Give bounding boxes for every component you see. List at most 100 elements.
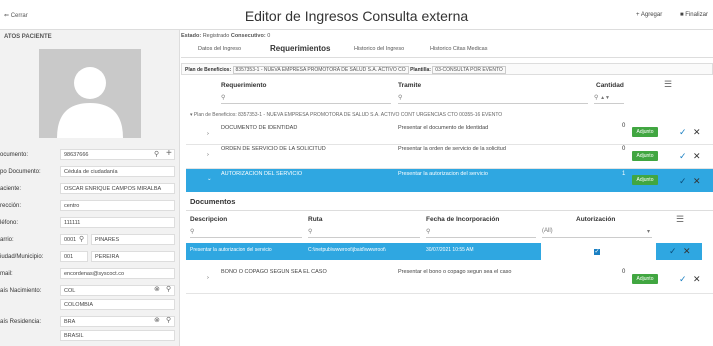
req-tramite: Presentar el bono o copago segun sea el … [398,269,512,275]
chevron-down-icon: ▾ [646,229,650,235]
neighborhood-label: arrio: [0,237,14,243]
search-icon[interactable]: ⚲ [166,285,171,293]
search-icon: ⚲ [190,229,195,235]
city-code-field[interactable]: 001 [60,251,88,262]
check-icon[interactable]: ✓ [679,176,687,187]
column-menu-icon[interactable]: ☰ [664,79,672,90]
adjunto-button[interactable]: Adjunto [632,175,658,185]
plus-icon[interactable]: + [166,148,172,159]
filter-cantidad[interactable]: ⚲ ▲▼ [594,94,624,104]
col-autorizacion[interactable]: Autorización [576,216,615,223]
autorizacion-checkbox[interactable]: ✓ [593,248,601,256]
req-name: ORDEN DE SERVICIO DE LA SOLICITUD [221,146,326,152]
req-qty: 1 [622,171,626,177]
search-icon: ⚲ [398,95,403,101]
check-icon[interactable]: ✓ [679,127,687,138]
tab-requerimientos[interactable]: Requerimientos [270,44,330,53]
col-tramite[interactable]: Tramite [398,82,421,89]
close-icon[interactable]: ✕ [683,246,691,257]
document-label: ocumento: [0,152,29,158]
filter-ruta[interactable]: ⚲ [308,228,420,238]
filter-descripcion[interactable]: ⚲ [190,228,302,238]
doc-ruta[interactable]: C:\inetpub\wwwroot\jbaid\wwwroot\ [308,247,386,253]
plus-icon: + [636,12,640,18]
finish-button[interactable]: ■ Finalizar [680,12,708,18]
doc-type-field[interactable]: Cédula de ciudadanía [60,166,175,177]
filter-tramite[interactable]: ⚲ [398,94,588,104]
phone-label: léfono: [0,220,19,226]
close-icon[interactable]: ✕ [693,151,701,162]
phone-field[interactable]: 111111 [60,217,175,228]
search-icon[interactable]: ⚲ [154,150,159,158]
filter-requerimiento[interactable]: ⚲ [221,94,391,104]
tab-datos-ingreso[interactable]: Datos del Ingreso [198,46,241,52]
birth-country-name-field: COLOMBIA [60,299,175,310]
req-name: AUTORIZACION DEL SERVICIO [221,171,303,177]
city-name-field[interactable]: PEREIRA [91,251,175,262]
search-icon: ⚲ [221,95,226,101]
save-icon: ■ [680,12,684,18]
doc-fecha: 30/07/2021 10:55 AM [426,247,474,253]
window-title: Editor de Ingresos Consulta externa [244,8,469,24]
spinner-icon: ▲▼ [600,95,610,101]
expand-arrow-icon[interactable]: › [207,152,209,158]
col-fecha[interactable]: Fecha de Incorporación [426,216,499,223]
address-label: rección: [0,203,22,209]
document-row-actions [656,243,702,260]
expand-arrow-icon[interactable]: › [207,275,209,281]
filter-fecha[interactable]: ⚲ [426,228,536,238]
status-line: Estado: Registrado Consecutivo: 0 [181,33,271,39]
plantilla-field[interactable]: 03-CONSULTA POR EVENTO [432,66,506,74]
residence-country-name-field: BRASIL [60,330,175,341]
email-label: mail: [0,271,13,277]
adjunto-button[interactable]: Adjunto [632,127,658,137]
avatar [39,49,141,138]
req-qty: 0 [622,146,626,152]
plan-field[interactable]: 8357353-1 - NUEVA EMPRESA PROMOTORA DE S… [232,66,409,74]
neighborhood-name-field[interactable]: PINARES [91,234,175,245]
collapse-arrow-icon[interactable]: ⌄ [207,176,212,182]
clear-icon[interactable]: ⊗ [154,316,160,324]
req-qty: 0 [622,123,626,129]
birth-country-label: aís Nacimiento: [0,288,42,294]
check-icon[interactable]: ✓ [679,151,687,162]
adjunto-button[interactable]: Adjunto [632,274,658,284]
clear-icon[interactable]: ⊗ [154,285,160,293]
col-cantidad[interactable]: Cantidad [596,82,624,89]
patient-name-field[interactable]: OSCAR ENRIQUE CAMPOS MIRALBA [60,183,175,194]
divider [186,210,713,211]
req-name: BONO O COPAGO SEGUN SEA EL CASO [221,269,327,275]
filter-autorizacion-select[interactable]: (All) ▾ [542,228,652,238]
patient-section-title: ATOS PACIENTE [4,34,52,40]
close-icon[interactable]: ✕ [693,274,701,285]
check-icon[interactable]: ✓ [669,246,677,257]
column-menu-icon[interactable]: ☰ [676,214,684,225]
doc-descripcion: Presentar la autorizacion del servicio [190,247,272,253]
address-field[interactable]: centro [60,200,175,211]
email-field[interactable]: encordenas@syscoct.co [60,268,175,279]
search-icon: ⚲ [594,95,599,101]
add-button[interactable]: + Agregar [636,12,662,18]
col-descripcion[interactable]: Descripcion [190,216,227,223]
collapse-arrow-icon: ▾ [190,112,193,118]
tab-documentos[interactable]: Documentos [190,197,235,206]
tab-historico-ingreso[interactable]: Historico del Ingreso [354,46,404,52]
req-qty: 0 [622,269,626,275]
req-tramite: Presentar el documento de Identidad [398,125,489,131]
close-icon[interactable]: ✕ [693,176,701,187]
city-label: iudad/Municipio: [0,254,44,260]
req-tramite: Presentar la autorizacion del servicio [398,171,488,177]
search-icon: ⚲ [426,229,431,235]
close-icon[interactable]: ✕ [693,127,701,138]
residence-country-label: aís Residencia: [0,319,42,325]
col-ruta[interactable]: Ruta [308,216,322,223]
check-icon[interactable]: ✓ [679,274,687,285]
search-icon[interactable]: ⚲ [166,316,171,324]
tab-historico-citas[interactable]: Historico Citas Medicas [430,46,487,52]
group-row[interactable]: ▾ Plan de Beneficios: 8357353-1 - NUEVA … [190,112,502,118]
adjunto-button[interactable]: Adjunto [632,151,658,161]
patient-name-label: aciente: [0,186,22,192]
col-requerimiento[interactable]: Requerimiento [221,82,267,89]
expand-arrow-icon[interactable]: › [207,131,209,137]
search-icon[interactable]: ⚲ [79,235,84,243]
